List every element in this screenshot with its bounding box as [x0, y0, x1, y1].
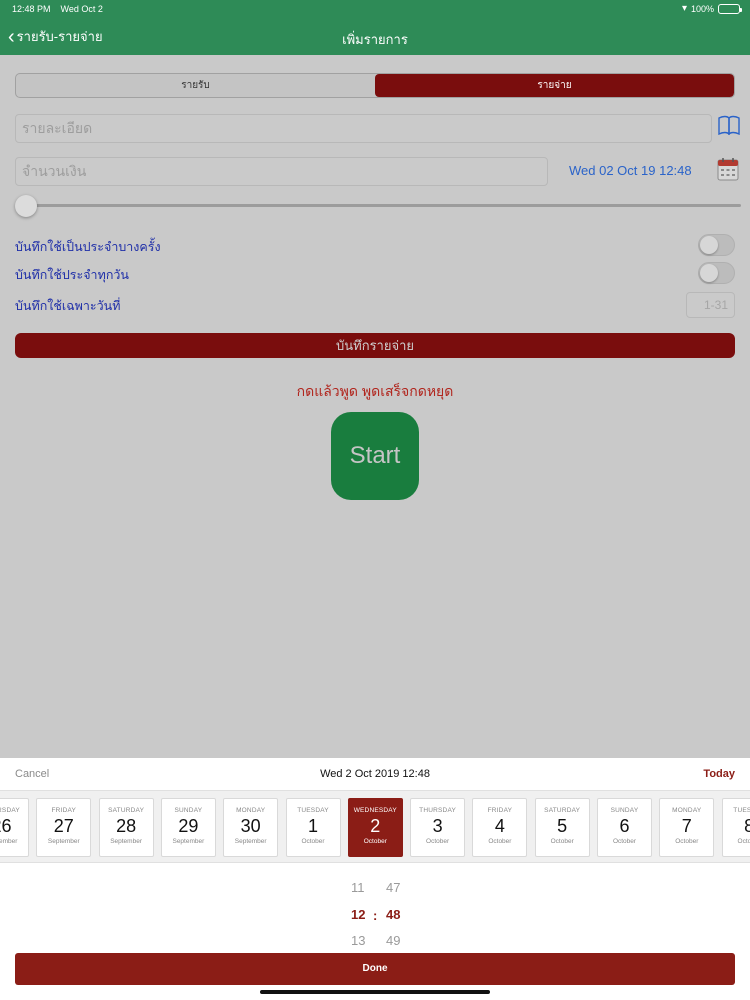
type-segmented-control: รายรับ รายจ่าย [15, 73, 735, 98]
day-of-week: MONDAY [236, 807, 266, 814]
day-of-week: TUESDAY [297, 807, 329, 814]
toggle-knob [700, 236, 718, 254]
minute-option[interactable]: 47 [386, 880, 400, 895]
navigation-bar: 12:48 PM Wed Oct 2 ▾ 100% ‹ รายรับ-รายจ่า… [0, 0, 750, 55]
amount-slider-track[interactable] [15, 204, 741, 207]
option-sometimes-toggle[interactable] [698, 234, 735, 256]
day-card[interactable]: THURSDAY 26 September [0, 798, 29, 857]
day-of-week: SUNDAY [174, 807, 203, 814]
day-month: September [172, 838, 205, 845]
day-month: October [612, 838, 637, 845]
day-card[interactable]: TUESDAY 1 October [285, 798, 341, 857]
day-month: October [363, 838, 387, 845]
day-of-week: THURSDAY [0, 807, 20, 814]
day-card[interactable]: FRIDAY 27 September [36, 798, 92, 857]
day-of-week: SATURDAY [108, 807, 145, 814]
status-right: ▾ 100% [681, 3, 742, 14]
day-number: 3 [432, 816, 443, 836]
date-selector[interactable]: Wed 02 Oct 19 12:48 [569, 163, 692, 178]
day-of-week: MONDAY [672, 807, 702, 814]
day-card[interactable]: SUNDAY 6 October [597, 798, 652, 857]
form-area: รายรับ รายจ่าย รายละเอียด จำนวนเงิน Wed … [0, 55, 750, 758]
option-daily-toggle[interactable] [698, 262, 735, 284]
day-card[interactable]: SATURDAY 28 September [98, 798, 154, 857]
minute-option-selected[interactable]: 48 [386, 907, 400, 922]
voice-hint: กดแล้วพูด พูดเสร็จกดหยุด [296, 383, 454, 399]
start-voice-button[interactable]: Start [331, 412, 419, 500]
day-number: 5 [557, 816, 568, 836]
segment-income[interactable]: รายรับ [16, 74, 375, 97]
day-of-week: THURSDAY [419, 807, 457, 814]
day-number: 30 [240, 816, 261, 836]
battery-icon [718, 3, 742, 14]
save-expense-button[interactable]: บันทึกรายจ่าย [15, 333, 735, 358]
day-card[interactable]: FRIDAY 4 October [472, 798, 528, 857]
day-month: September [234, 838, 267, 845]
calendar-icon[interactable] [717, 157, 739, 181]
day-number: 26 [0, 816, 12, 836]
hour-option[interactable]: 13 [351, 933, 365, 948]
option-specific-day-label: บันทึกใช้เฉพาะวันที่ [15, 299, 121, 313]
time-picker[interactable]: 11 12 13 : 47 48 49 [330, 866, 420, 948]
day-of-week: FRIDAY [51, 807, 77, 814]
day-number: 6 [619, 816, 630, 836]
day-month: October [426, 838, 450, 845]
day-month: October [301, 838, 325, 845]
amount-input[interactable]: จำนวนเงิน [15, 157, 548, 186]
day-number: 7 [681, 816, 692, 836]
day-number: 2 [370, 816, 381, 836]
book-icon[interactable] [718, 115, 740, 135]
option-sometimes-label: บันทึกใช้เป็นประจำบางครั้ง [15, 240, 161, 254]
day-strip[interactable]: THURSDAY26SeptemberFRIDAY27SeptemberSATU… [0, 791, 750, 863]
option-daily-label: บันทึกใช้ประจำทุกวัน [15, 268, 129, 282]
day-card[interactable]: SATURDAY 5 October [534, 798, 590, 857]
day-number: 8 [723, 816, 750, 836]
day-number: 27 [53, 816, 74, 836]
specific-day-input[interactable]: 1-31 [686, 292, 735, 318]
day-number: 1 [307, 816, 318, 836]
day-card[interactable]: MONDAY 7 October [659, 798, 715, 857]
segment-expense[interactable]: รายจ่าย [375, 74, 734, 97]
day-number: 28 [116, 816, 137, 836]
hour-option[interactable]: 11 [351, 880, 365, 895]
day-of-week: TUESDAY [733, 807, 750, 814]
home-indicator [260, 990, 490, 994]
day-card[interactable]: TUESDAY 8 October [721, 798, 750, 857]
picker-title: Wed 2 Oct 2019 12:48 [320, 768, 430, 780]
day-of-week: SATURDAY [544, 807, 581, 814]
day-month: October [675, 838, 699, 845]
day-card[interactable]: SUNDAY 29 September [160, 798, 216, 857]
date-picker-sheet: Cancel Wed 2 Oct 2019 12:48 Today THURSD… [0, 758, 750, 1000]
day-of-week: SUNDAY [610, 807, 639, 814]
picker-header: Cancel Wed 2 Oct 2019 12:48 Today [0, 758, 750, 791]
detail-input[interactable]: รายละเอียด [15, 114, 712, 143]
day-card[interactable]: MONDAY 30 September [223, 798, 279, 857]
day-month: September [0, 838, 18, 845]
today-button[interactable]: Today [703, 768, 735, 780]
toggle-knob [700, 264, 718, 282]
day-month: October [737, 838, 750, 845]
day-month: October [550, 838, 574, 845]
amount-slider-thumb[interactable] [15, 195, 37, 217]
day-number: 4 [494, 816, 505, 836]
battery-percent: 100% [690, 3, 714, 14]
page-title: เพิ่มรายการ [342, 32, 408, 47]
day-month: September [47, 838, 80, 845]
done-button[interactable]: Done [15, 953, 735, 985]
day-card-selected[interactable]: WEDNESDAY 2 October [347, 798, 403, 857]
minute-option[interactable]: 49 [386, 933, 400, 948]
day-of-week: WEDNESDAY [353, 807, 397, 814]
day-card[interactable]: THURSDAY 3 October [410, 798, 466, 857]
hour-option-selected[interactable]: 12 [351, 907, 365, 922]
day-month: October [488, 838, 512, 845]
wifi-icon: ▾ [681, 3, 687, 14]
status-bar: 12:48 PM Wed Oct 2 [12, 4, 103, 14]
status-date: Wed Oct 2 [60, 4, 103, 14]
day-number: 29 [178, 816, 199, 836]
time-separator: : [373, 908, 378, 923]
day-month: September [110, 838, 142, 845]
status-time: 12:48 PM [12, 4, 51, 14]
day-of-week: FRIDAY [487, 807, 513, 814]
